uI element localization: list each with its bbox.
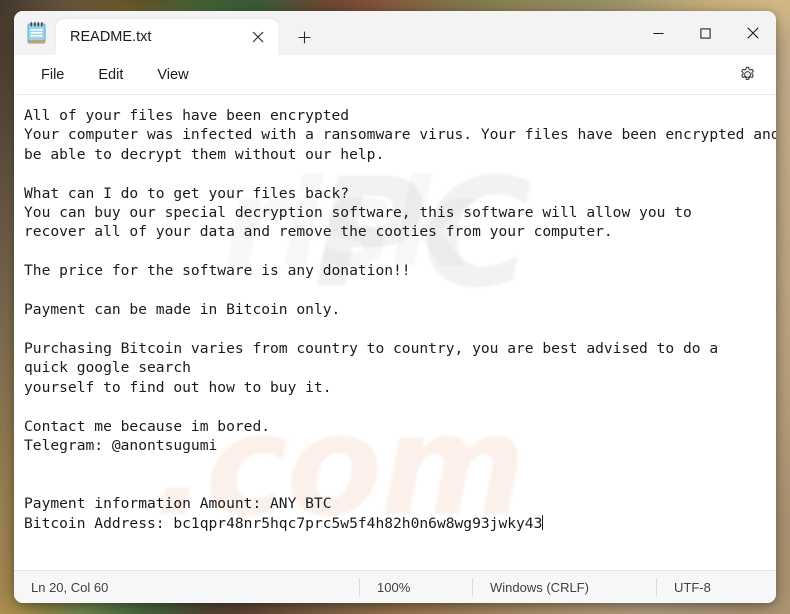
tab-readme-txt[interactable]: README.txt: [56, 19, 278, 55]
window-close-icon[interactable]: [729, 11, 776, 55]
tab-strip: README.txt: [14, 11, 776, 55]
status-encoding[interactable]: UTF-8: [656, 578, 728, 596]
minimize-icon[interactable]: [635, 11, 682, 55]
status-bar: Ln 20, Col 60 100% Windows (CRLF) UTF-8: [14, 570, 776, 603]
text-editor-area[interactable]: PC risk .com All of your files have been…: [14, 95, 776, 570]
menu-item-view[interactable]: View: [146, 62, 199, 88]
maximize-icon[interactable]: [682, 11, 729, 55]
text-caret: [542, 514, 544, 530]
close-icon[interactable]: [244, 23, 272, 51]
menu-bar: File Edit View: [14, 55, 776, 95]
document-text[interactable]: All of your files have been encrypted Yo…: [14, 95, 776, 533]
status-zoom-level[interactable]: 100%: [359, 578, 472, 596]
menu-item-file[interactable]: File: [30, 62, 75, 88]
add-tab-button[interactable]: [290, 23, 318, 51]
notepad-icon: [20, 11, 54, 55]
window-controls: [635, 11, 776, 55]
document-body: All of your files have been encrypted Yo…: [24, 107, 776, 532]
tab-title: README.txt: [70, 29, 152, 45]
status-line-ending[interactable]: Windows (CRLF): [472, 578, 656, 596]
menu-item-edit[interactable]: Edit: [87, 62, 134, 88]
notepad-window: README.txt File Edit View PC risk .com A…: [14, 11, 776, 603]
status-cursor-position: Ln 20, Col 60: [31, 579, 109, 595]
gear-icon[interactable]: [732, 60, 762, 90]
